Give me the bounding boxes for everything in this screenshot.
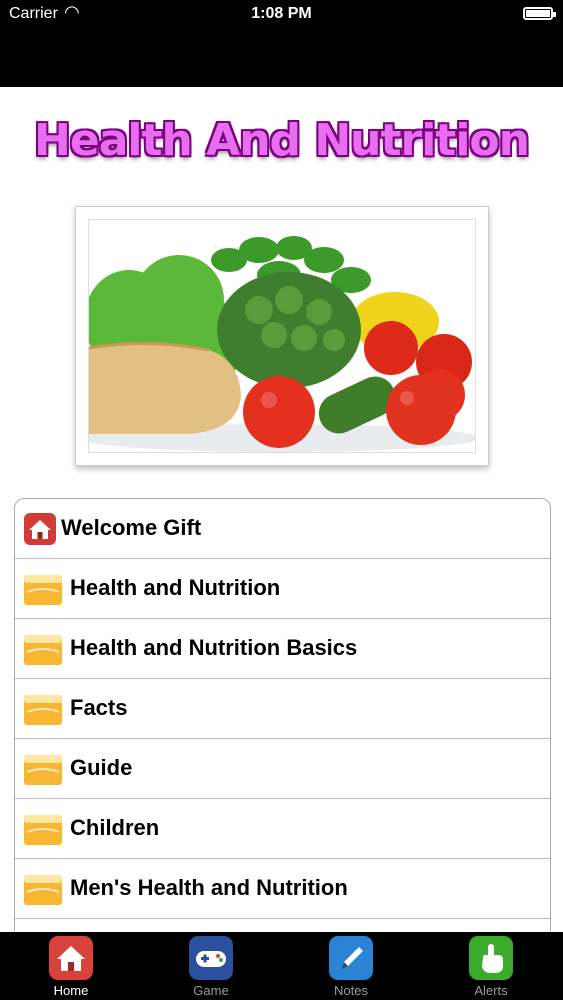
home-icon [49,936,93,980]
list-item-label: Welcome Gift [61,515,202,540]
pen-icon [329,936,373,980]
vegetables-photo-frame [75,206,489,466]
list-item[interactable]: Health and Nutrition [15,559,550,619]
list-item-label: Children [70,815,160,840]
juice-icon [23,812,63,846]
tab-game[interactable]: Game [141,932,281,1000]
juice-icon [23,572,63,606]
list-item[interactable]: Children [15,799,550,859]
app-title-text: Health And Nutrition [34,115,530,166]
battery-icon [523,7,556,20]
juice-icon [23,872,63,906]
tab-alerts-label: Alerts [474,983,508,998]
tab-bar: Home Game Notes Alerts [0,932,563,1000]
list-item[interactable]: Health and Nutrition Basics [15,619,550,679]
list-item-label: Health and Nutrition Basics [70,635,358,660]
nav-bar [0,30,563,87]
tab-notes-label: Notes [334,983,368,998]
list-item-label: Health and Nutrition [70,575,281,600]
tab-home[interactable]: Home [1,932,141,1000]
vegetables-photo [88,219,476,453]
juice-icon [23,692,63,726]
tab-home-label: Home [53,983,89,998]
list-item-label: Guide [70,755,133,780]
juice-icon [23,752,63,786]
list-item[interactable]: Welcome Gift [15,499,550,559]
status-bar: Carrier ◠ 1:08 PM [0,0,563,30]
list-item[interactable] [15,919,550,933]
clock: 1:08 PM [251,5,312,22]
list-item-label: Men's Health and Nutrition [70,875,348,900]
tab-alerts[interactable]: Alerts [421,932,561,1000]
tab-notes[interactable]: Notes [281,932,421,1000]
menu-list: Welcome Gift Health and Nutrition Health… [14,498,551,933]
juice-icon [23,632,63,666]
list-item[interactable]: Facts [15,679,550,739]
gamepad-icon [189,936,233,980]
list-item-label: Facts [70,695,128,720]
hand-icon [469,936,513,980]
list-item[interactable]: Men's Health and Nutrition [15,859,550,919]
home-icon [24,513,56,545]
list-item[interactable]: Guide [15,739,550,799]
app-title: Health And Nutrition [0,100,563,182]
tab-game-label: Game [193,983,229,998]
